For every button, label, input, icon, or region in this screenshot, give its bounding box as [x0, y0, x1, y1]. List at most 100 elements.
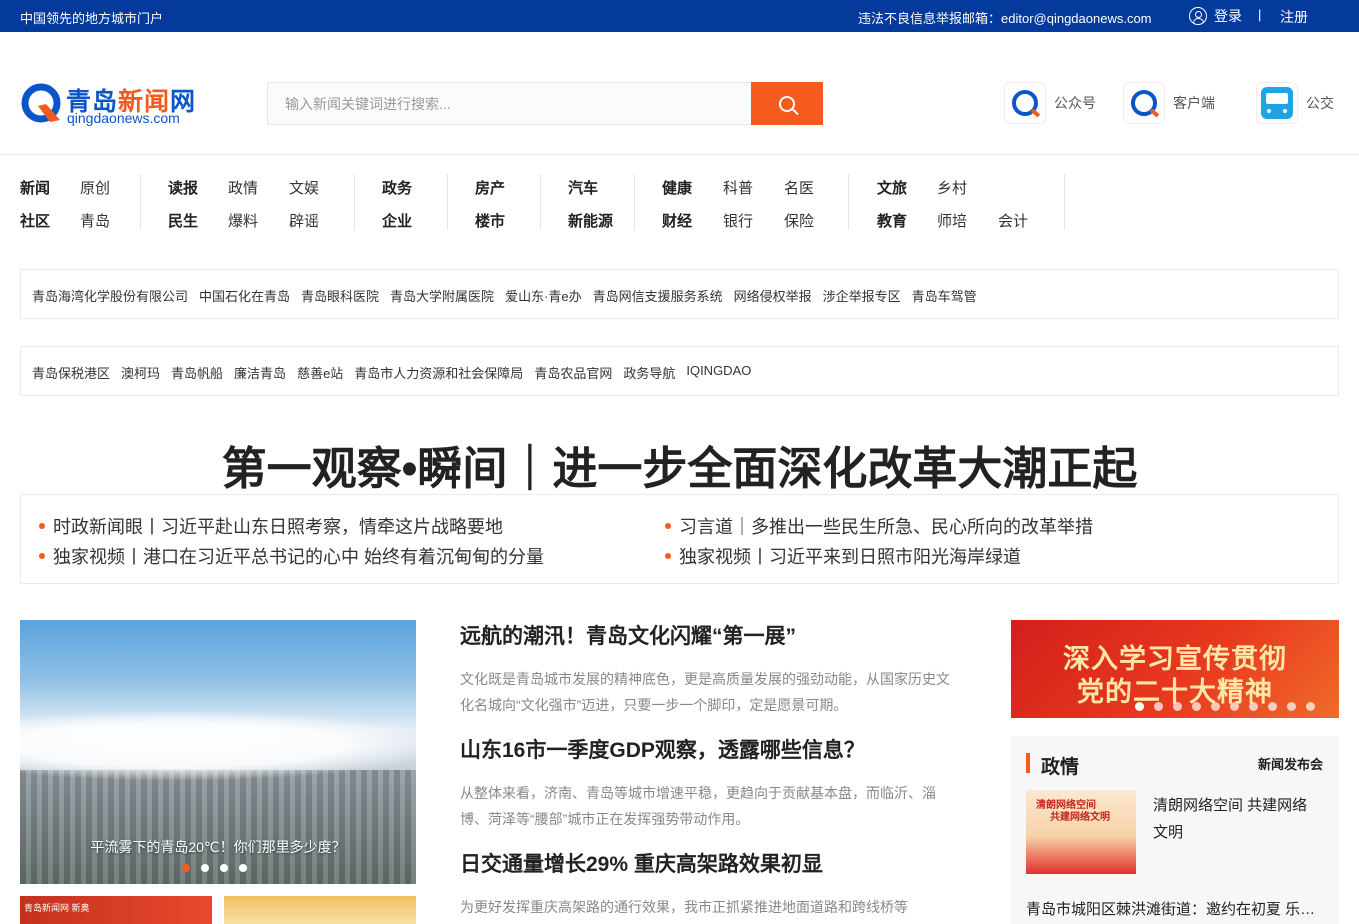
- partner-link[interactable]: 慈善e站: [297, 363, 343, 382]
- nav-item[interactable]: 科普: [723, 177, 753, 198]
- nav-item[interactable]: 楼市: [475, 210, 505, 231]
- banner-dot[interactable]: [1230, 702, 1239, 711]
- nav-item[interactable]: 企业: [382, 210, 412, 231]
- panel-news-item[interactable]: 青岛市城阳区棘洪滩街道：邀约在初夏 乐享...: [1026, 898, 1326, 919]
- nav-item[interactable]: 房产: [475, 177, 505, 198]
- thumbnail-2[interactable]: [224, 896, 416, 924]
- bus-icon: [1256, 82, 1298, 124]
- nav-item[interactable]: 新能源: [568, 210, 613, 231]
- banner-dot[interactable]: [1173, 702, 1182, 711]
- nav-item[interactable]: 财经: [662, 210, 692, 231]
- article-desc: 为更好发挥重庆高架路的通行效果，我市正抓紧推进地面道路和跨线桥等: [460, 899, 908, 915]
- carousel-dot[interactable]: [201, 864, 209, 872]
- article-desc: 从整体来看，济南、青岛等城市增速平稳，更趋向于贡献基本盘，而临沂、淄博、菏泽等“…: [460, 785, 936, 827]
- banner-dot[interactable]: [1154, 702, 1163, 711]
- nav-item[interactable]: 乡村: [937, 177, 967, 198]
- nav-item[interactable]: 原创: [80, 177, 110, 198]
- article-title[interactable]: 远航的潮汛！青岛文化闪耀“第一展”: [460, 620, 960, 650]
- panel-feature-title[interactable]: 清朗网络空间 共建网络文明: [1153, 792, 1313, 846]
- partner-link[interactable]: 廉洁青岛: [234, 363, 286, 382]
- sub-news-item[interactable]: 独家视频丨港口在习近平总书记的心中 始终有着沉甸甸的分量: [39, 543, 544, 569]
- banner-dot[interactable]: [1211, 702, 1220, 711]
- nav-group-reading: 读报 政情 文娱 民生 爆料 辟谣: [141, 170, 355, 232]
- panel-feature-image[interactable]: 清朗网络空间 共建网络文明: [1026, 790, 1136, 874]
- panel-accent-bar: [1026, 753, 1030, 773]
- sub-news-box: 时政新闻眼丨习近平赴山东日照考察，情牵这片战略要地 独家视频丨港口在习近平总书记…: [20, 494, 1339, 584]
- nav-item[interactable]: 辟谣: [289, 210, 319, 231]
- banner-dot[interactable]: [1268, 702, 1277, 711]
- carousel-dot[interactable]: [239, 864, 247, 872]
- banner-dot[interactable]: [1306, 702, 1315, 711]
- nav-item[interactable]: 银行: [723, 210, 753, 231]
- quick-link-label: 公众号: [1054, 95, 1096, 111]
- sub-news-item[interactable]: 时政新闻眼丨习近平赴山东日照考察，情牵这片战略要地: [39, 513, 503, 539]
- nav-group-gov: 政务 企业: [355, 170, 448, 232]
- nav-item[interactable]: 师培: [937, 210, 967, 231]
- photo-carousel[interactable]: 平流雾下的青岛20℃！你们那里多少度？: [20, 620, 416, 884]
- nav-item[interactable]: 汽车: [568, 177, 598, 198]
- nav-item[interactable]: 社区: [20, 210, 50, 231]
- nav-item[interactable]: 新闻: [20, 177, 50, 198]
- nav-group-house: 房产 楼市: [448, 170, 541, 232]
- quick-link-wechat[interactable]: 公众号: [1004, 82, 1096, 124]
- partner-link[interactable]: 涉企举报专区: [823, 286, 901, 305]
- nav-item[interactable]: 保险: [784, 210, 814, 231]
- partner-link[interactable]: 青岛车驾管: [912, 286, 977, 305]
- partner-link[interactable]: 爱山东·青e办: [505, 286, 582, 305]
- login-link[interactable]: 登录: [1189, 6, 1242, 26]
- partner-link[interactable]: 青岛眼科医院: [301, 286, 379, 305]
- partner-link[interactable]: IQINGDAO: [686, 363, 751, 382]
- partner-link[interactable]: 政务导航: [623, 363, 675, 382]
- search-button[interactable]: [751, 82, 823, 125]
- nav-item[interactable]: 政情: [228, 177, 258, 198]
- header-divider: [0, 154, 1359, 155]
- quick-link-label: 客户端: [1173, 95, 1215, 111]
- carousel-dots: [182, 864, 258, 872]
- quick-link-app[interactable]: 客户端: [1123, 82, 1215, 124]
- partner-link[interactable]: 青岛市人力资源和社会保障局: [354, 363, 523, 382]
- nav-item[interactable]: 文娱: [289, 177, 319, 198]
- thumbnail-1[interactable]: 青岛新闻网 新奥: [20, 896, 212, 924]
- partner-link[interactable]: 网络侵权举报: [734, 286, 812, 305]
- article-title[interactable]: 山东16市一季度GDP观察，透露哪些信息？: [460, 734, 960, 764]
- sub-news-item[interactable]: 习言道｜多推出一些民生所急、民心所向的改革举措: [665, 513, 1093, 539]
- top-headline[interactable]: 第一观察•瞬间｜进一步全面深化改革大潮正起: [0, 432, 1359, 497]
- partner-link[interactable]: 青岛帆船: [171, 363, 223, 382]
- panel-title[interactable]: 政情: [1041, 752, 1079, 779]
- nav-item[interactable]: 教育: [877, 210, 907, 231]
- search-icon: [779, 95, 795, 112]
- nav-item[interactable]: 名医: [784, 177, 814, 198]
- nav-item[interactable]: 青岛: [80, 210, 110, 231]
- nav-item[interactable]: 读报: [168, 177, 198, 198]
- carousel-dot[interactable]: [220, 864, 228, 872]
- article-title[interactable]: 日交通量增长29% 重庆高架路效果初显: [460, 848, 960, 878]
- site-logo[interactable]: 青岛新闻网 qingdaonews.com: [20, 80, 200, 130]
- nav-item[interactable]: 会计: [998, 210, 1028, 231]
- banner-dot[interactable]: [1192, 702, 1201, 711]
- promo-banner[interactable]: 深入学习宣传贯彻 党的二十大精神: [1011, 620, 1339, 718]
- nav-item[interactable]: 政务: [382, 177, 412, 198]
- banner-dot[interactable]: [1249, 702, 1258, 711]
- partner-link[interactable]: 青岛保税港区: [32, 363, 110, 382]
- partner-link[interactable]: 青岛农品官网: [534, 363, 612, 382]
- nav-item[interactable]: 文旅: [877, 177, 907, 198]
- carousel-dot[interactable]: [182, 864, 190, 872]
- partner-link[interactable]: 青岛海湾化学股份有限公司: [32, 286, 188, 305]
- top-bar: 中国领先的地方城市门户 违法不良信息举报邮箱：editor@qingdaonew…: [0, 0, 1359, 32]
- partner-link[interactable]: 青岛网信支援服务系统: [593, 286, 723, 305]
- report-email[interactable]: 违法不良信息举报邮箱：editor@qingdaonews.com: [858, 8, 1152, 27]
- carousel-caption[interactable]: 平流雾下的青岛20℃！你们那里多少度？: [20, 837, 416, 857]
- register-link[interactable]: 注册: [1280, 7, 1308, 27]
- banner-dot[interactable]: [1135, 702, 1144, 711]
- nav-item[interactable]: 民生: [168, 210, 198, 231]
- nav-item[interactable]: 健康: [662, 177, 692, 198]
- panel-more-link[interactable]: 新闻发布会: [1258, 754, 1323, 773]
- quick-link-bus[interactable]: 公交: [1256, 82, 1334, 124]
- partner-link[interactable]: 青岛大学附属医院: [390, 286, 494, 305]
- nav-item[interactable]: 爆料: [228, 210, 258, 231]
- partner-link[interactable]: 中国石化在青岛: [199, 286, 290, 305]
- partner-link[interactable]: 澳柯玛: [121, 363, 160, 382]
- sub-news-item[interactable]: 独家视频丨习近平来到日照市阳光海岸绿道: [665, 543, 1021, 569]
- search-input[interactable]: [268, 83, 752, 124]
- banner-dot[interactable]: [1287, 702, 1296, 711]
